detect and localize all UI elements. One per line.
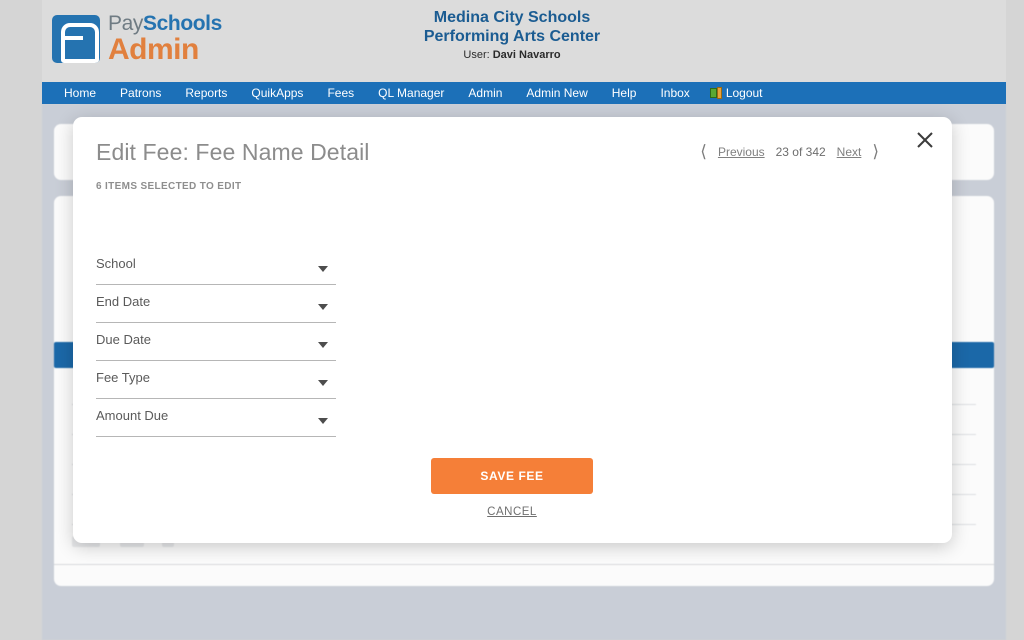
- edit-fee-modal: Edit Fee: Fee Name Detail 6 ITEMS SELECT…: [73, 117, 952, 543]
- field-end-date[interactable]: End Date: [96, 285, 336, 323]
- chevron-down-icon[interactable]: [318, 380, 328, 386]
- field-due-date[interactable]: Due Date: [96, 323, 336, 361]
- chevron-down-icon[interactable]: [318, 342, 328, 348]
- cancel-link[interactable]: CANCEL: [431, 506, 593, 518]
- logo-pay-text: Pay: [108, 12, 143, 35]
- next-link[interactable]: Next: [837, 145, 862, 159]
- logo-wordmark: PaySchools Admin: [108, 13, 222, 65]
- nav-item-logout[interactable]: Logout: [702, 82, 775, 104]
- field-fee-type[interactable]: Fee Type: [96, 361, 336, 399]
- site-title-line-1: Medina City Schools: [433, 9, 591, 26]
- field-end-date-label: End Date: [96, 294, 151, 309]
- previous-link[interactable]: Previous: [718, 145, 765, 159]
- field-school-label: School: [96, 256, 136, 271]
- background-footer-divider: [54, 564, 994, 565]
- chevron-down-icon[interactable]: [318, 266, 328, 272]
- field-school[interactable]: School: [96, 247, 336, 285]
- nav-item-help[interactable]: Help: [600, 82, 649, 104]
- current-user: User: Davi Navarro: [362, 49, 662, 61]
- chevron-left-icon[interactable]: ⟨: [700, 143, 707, 160]
- record-count: 23 of 342: [775, 144, 826, 159]
- field-due-date-label: Due Date: [96, 332, 151, 347]
- nav-item-ql-manager[interactable]: QL Manager: [366, 82, 456, 104]
- chevron-down-icon[interactable]: [318, 304, 328, 310]
- nav-item-patrons[interactable]: Patrons: [108, 82, 173, 104]
- logout-door-icon: [709, 87, 722, 99]
- close-icon[interactable]: [910, 125, 940, 155]
- field-fee-type-label: Fee Type: [96, 370, 150, 385]
- main-navbar: Home Patrons Reports QuikApps Fees QL Ma…: [42, 82, 1006, 104]
- user-label: User:: [463, 49, 490, 61]
- nav-item-logout-label: Logout: [725, 86, 763, 100]
- payschools-logo-icon: [52, 15, 100, 63]
- record-pagination: ⟨ Previous 23 of 342 Next ⟩: [700, 143, 879, 160]
- chevron-down-icon[interactable]: [318, 418, 328, 424]
- nav-item-home[interactable]: Home: [52, 82, 108, 104]
- field-amount-due[interactable]: Amount Due: [96, 399, 336, 437]
- nav-item-inbox[interactable]: Inbox: [648, 82, 701, 104]
- site-title-line-2: Performing Arts Center: [423, 28, 601, 45]
- chevron-right-icon[interactable]: ⟩: [872, 143, 879, 160]
- nav-item-quikapps[interactable]: QuikApps: [239, 82, 315, 104]
- nav-item-admin-new[interactable]: Admin New: [514, 82, 599, 104]
- save-fee-button[interactable]: SAVE FEE: [431, 458, 593, 494]
- app-root: PaySchools Admin Medina City Schools Per…: [0, 0, 1024, 640]
- modal-subtitle: 6 ITEMS SELECTED TO EDIT: [96, 181, 242, 192]
- logo-admin-text: Admin: [108, 33, 199, 66]
- nav-item-fees[interactable]: Fees: [315, 82, 366, 104]
- nav-item-reports[interactable]: Reports: [173, 82, 239, 104]
- payschools-logo: PaySchools Admin: [52, 10, 242, 68]
- user-name: Davi Navarro: [492, 49, 561, 61]
- edit-fee-form: School End Date Due Date Fee Type Amount…: [96, 247, 336, 437]
- logo-schools-text: Schools: [143, 12, 222, 35]
- site-title-block: Medina City Schools Performing Arts Cent…: [362, 8, 662, 61]
- modal-title: Edit Fee: Fee Name Detail: [96, 139, 370, 165]
- nav-item-admin[interactable]: Admin: [456, 82, 514, 104]
- field-amount-due-label: Amount Due: [96, 408, 169, 423]
